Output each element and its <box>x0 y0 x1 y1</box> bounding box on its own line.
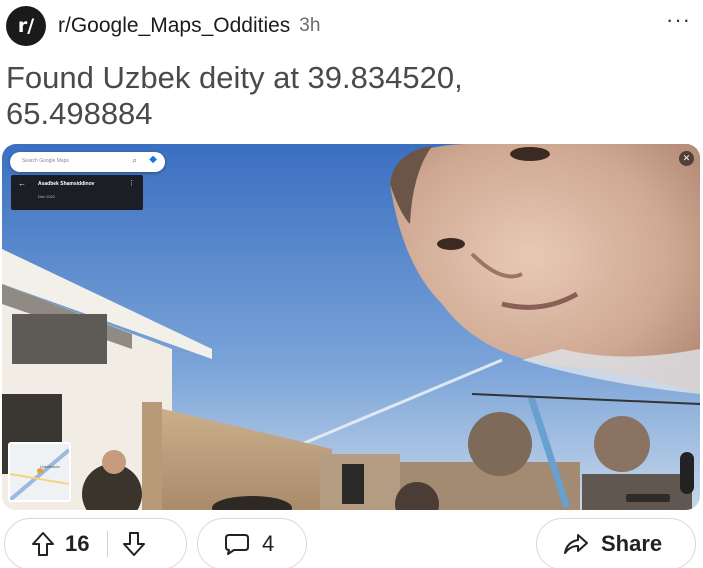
gmaps-search-placeholder: Search Google Maps <box>22 158 69 164</box>
zoom-controls[interactable] <box>680 452 694 494</box>
vote-score: 16 <box>65 531 90 556</box>
comment-bubble-icon <box>224 532 250 556</box>
comment-count: 4 <box>262 531 275 556</box>
subreddit-avatar[interactable]: r/ <box>6 6 46 46</box>
minimap-label: Uzbekistan <box>40 464 60 469</box>
gmaps-photo-card: ← Asadbek Shamsiddinov ⋮ Dec 2022 <box>11 175 143 210</box>
search-icon[interactable]: ⌕ <box>133 156 137 166</box>
share-arrow-icon <box>563 533 589 555</box>
close-icon[interactable]: ✕ <box>679 151 694 166</box>
subreddit-name[interactable]: r/Google_Maps_Oddities <box>58 14 290 38</box>
gmaps-minimap[interactable]: Uzbekistan <box>8 442 71 502</box>
photo-date: Dec 2022 <box>38 194 56 199</box>
back-arrow-icon[interactable]: ← <box>18 179 26 188</box>
more-vertical-icon[interactable]: ⋮ <box>128 179 135 187</box>
comments-button[interactable]: 4 <box>197 518 307 568</box>
gmaps-attribution-strip <box>626 494 670 502</box>
vote-divider <box>107 531 109 557</box>
directions-icon[interactable]: ◆ <box>149 154 157 165</box>
post-image[interactable]: Search Google Maps ⌕ ◆ ← Asadbek Shamsid… <box>2 144 700 510</box>
post-title[interactable]: Found Uzbek deity at 39.834520, 65.49888… <box>6 60 606 132</box>
share-button[interactable]: Share <box>536 518 696 568</box>
photo-author[interactable]: Asadbek Shamsiddinov <box>38 181 94 187</box>
minimap-roads <box>10 444 69 500</box>
gmaps-search-bar[interactable]: Search Google Maps ⌕ ◆ <box>10 152 165 172</box>
post-timestamp: 3h <box>299 15 321 36</box>
downvote-arrow-icon[interactable] <box>122 531 146 557</box>
post-header: r/ r/Google_Maps_Oddities 3h ··· <box>6 6 695 46</box>
vote-bar: 16 <box>4 518 187 568</box>
post-action-bar: 16 4 Share <box>0 518 703 568</box>
share-label: Share <box>601 531 663 556</box>
more-horizontal-icon[interactable]: ··· <box>666 9 691 31</box>
upvote-arrow-icon[interactable] <box>31 531 55 557</box>
